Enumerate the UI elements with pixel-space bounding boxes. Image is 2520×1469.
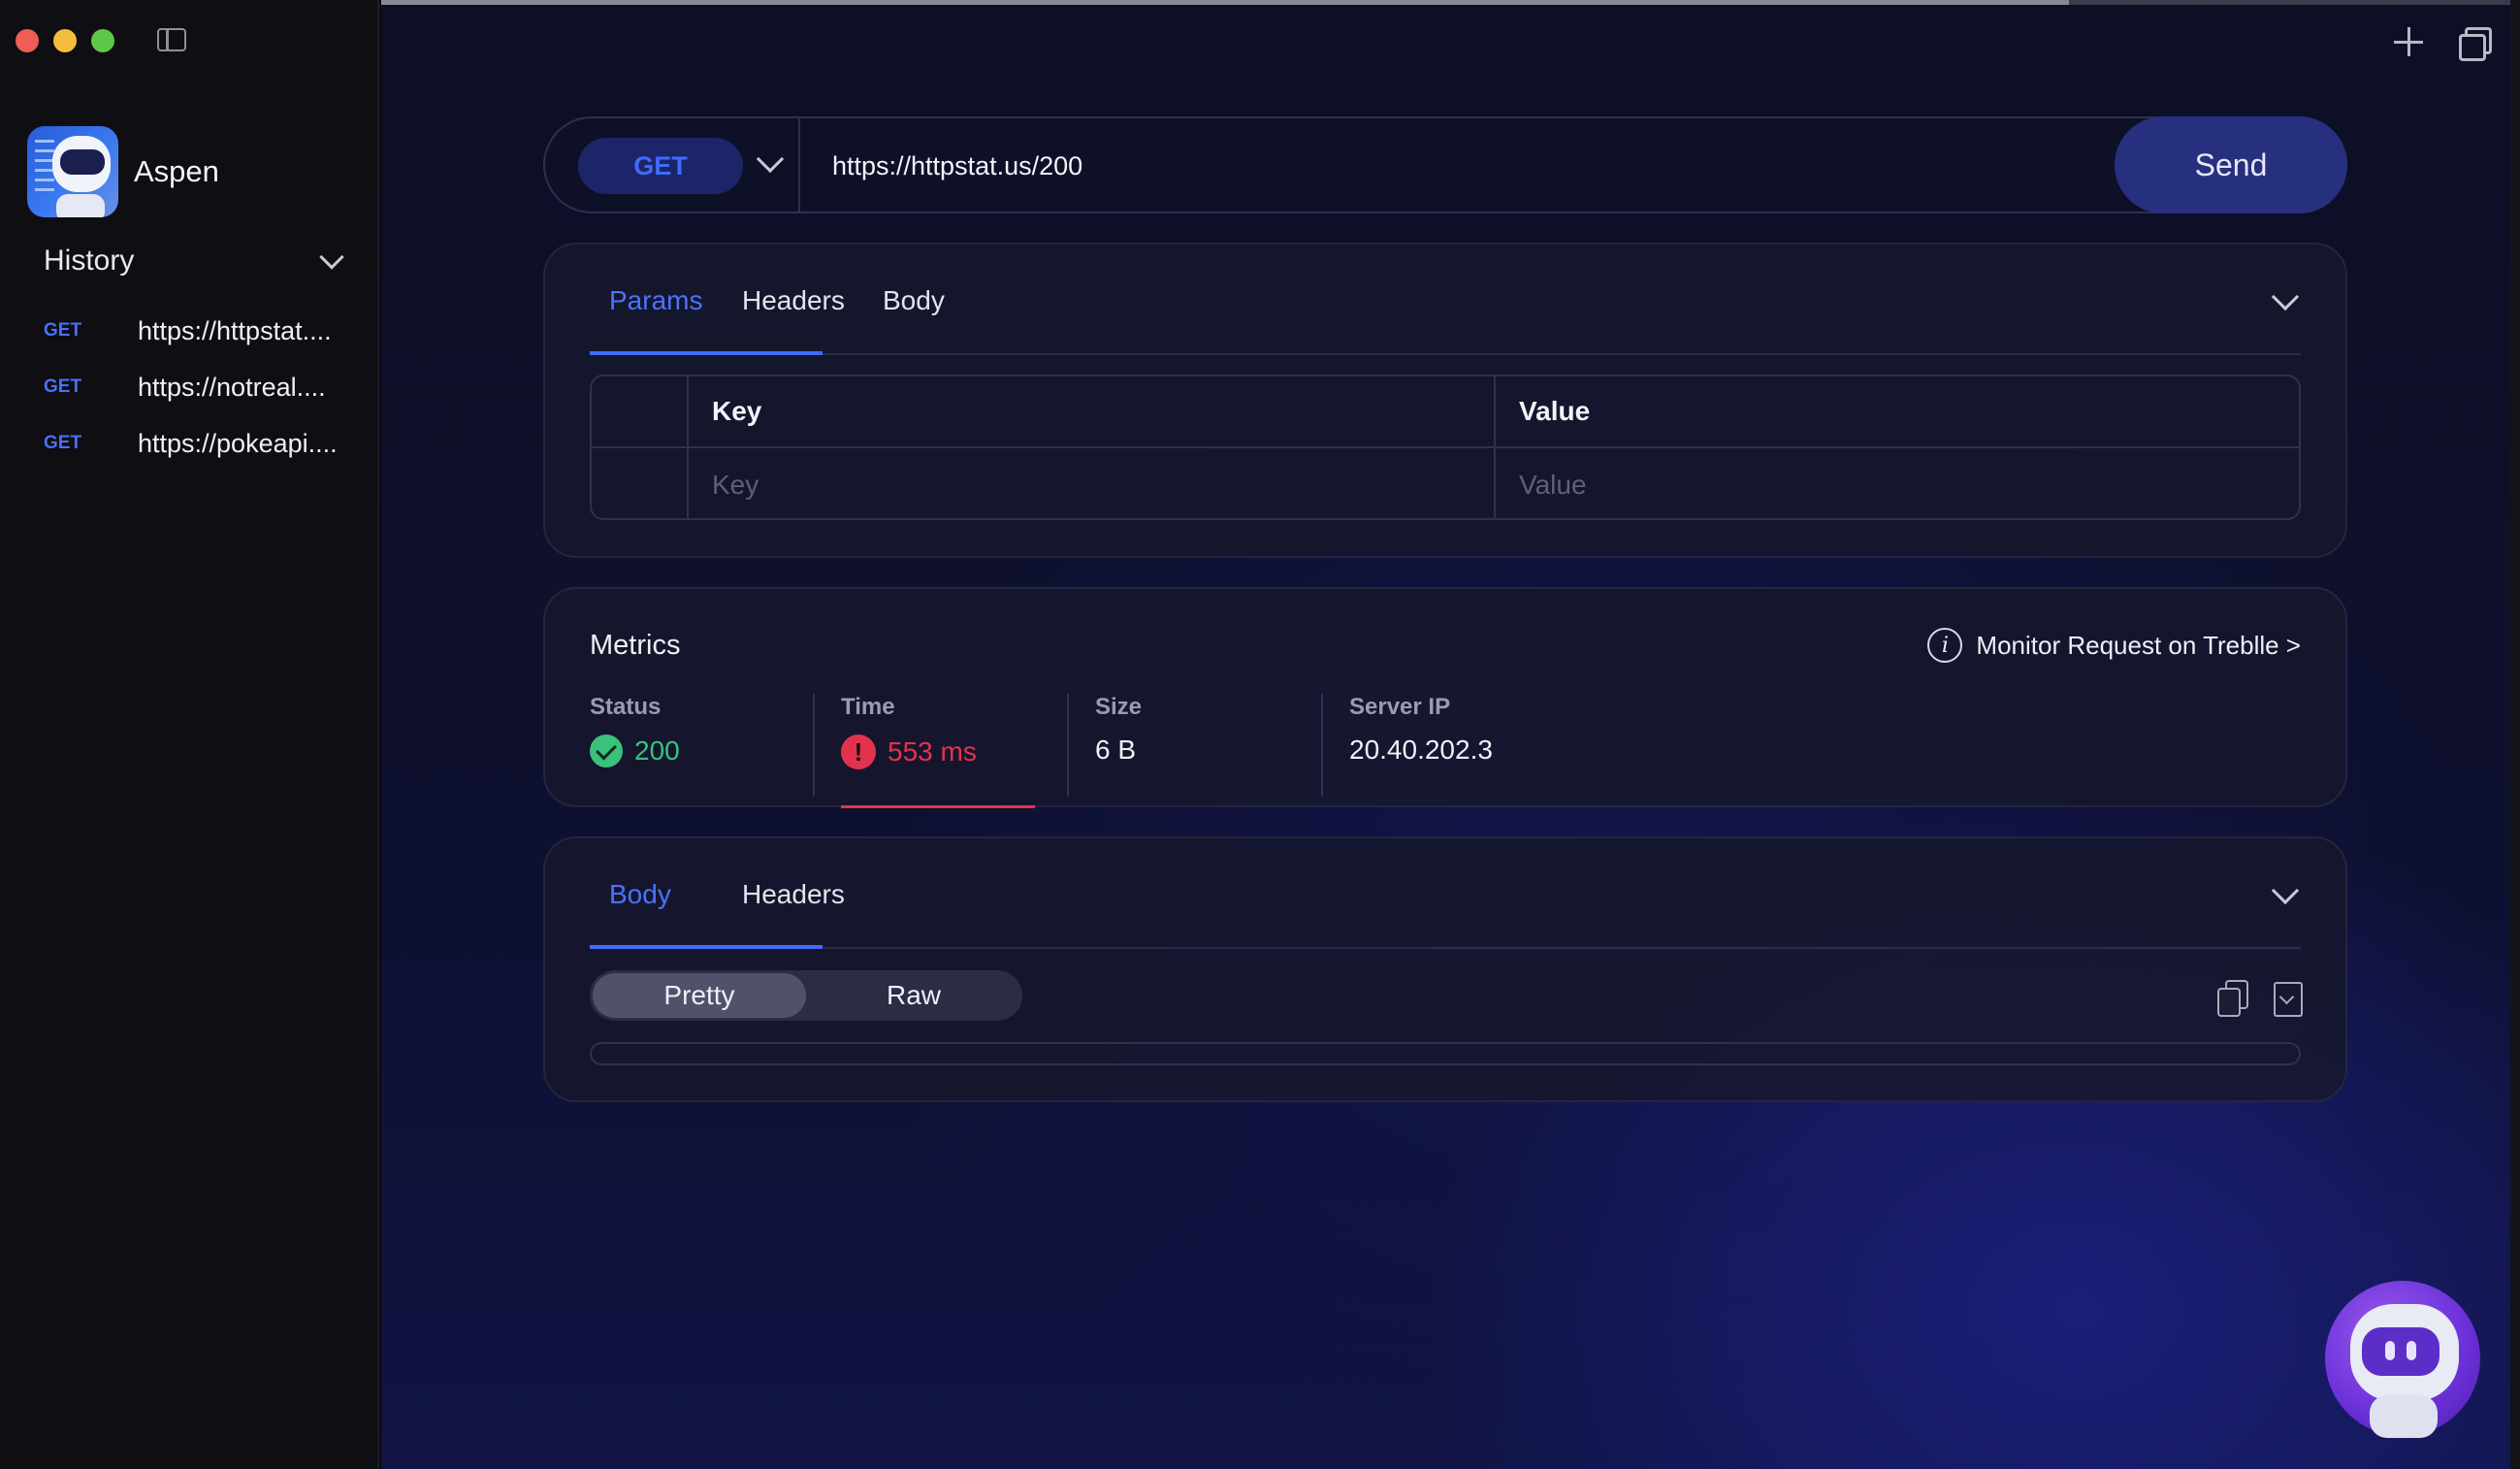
- time-indicator-bar: [841, 805, 1035, 808]
- table-cell: Value: [1496, 376, 2299, 446]
- chevron-down-icon[interactable]: [756, 145, 785, 174]
- tab-response-body[interactable]: Body: [609, 879, 671, 910]
- metric-time: Time ! 553 ms: [841, 694, 1035, 808]
- info-icon: i: [1927, 628, 1963, 663]
- history-title: History: [44, 245, 135, 277]
- history-list: GET https://httpstat.... GET https://not…: [44, 303, 354, 472]
- response-body-viewer[interactable]: [590, 1042, 2301, 1065]
- metric-label: Server IP: [1349, 694, 1451, 720]
- history-item[interactable]: GET https://pokeapi....: [44, 415, 354, 472]
- response-panel: Body Headers Pretty Raw: [543, 836, 2347, 1102]
- params-table: Key Value: [590, 375, 2301, 520]
- metric-value: ! 553 ms: [841, 734, 977, 769]
- history-header[interactable]: History: [44, 245, 346, 277]
- column-header-value: Value: [1519, 396, 1591, 426]
- metric-label: Status: [590, 694, 662, 720]
- tab-response-headers[interactable]: Headers: [742, 879, 845, 910]
- main-area: GET Send Params Headers Body Key: [381, 0, 2520, 1469]
- table-cell: [689, 448, 1496, 518]
- param-value-input[interactable]: [1519, 466, 2276, 505]
- metric-value: 200: [590, 734, 680, 767]
- request-panel: Params Headers Body Key Value: [543, 243, 2347, 558]
- minimize-icon[interactable]: [53, 29, 77, 52]
- divider: [1321, 694, 1323, 797]
- metric-label: Time: [841, 694, 895, 720]
- metric-server-ip: Server IP 20.40.202.3: [1349, 694, 1493, 800]
- metric-status: Status 200: [590, 694, 680, 800]
- table-cell: [592, 376, 689, 446]
- divider: [1067, 694, 1069, 797]
- metric-size: Size 6 B: [1095, 694, 1142, 800]
- metrics-title: Metrics: [590, 630, 681, 661]
- row-checkbox-cell[interactable]: [592, 448, 689, 518]
- metric-value: 20.40.202.3: [1349, 734, 1493, 766]
- alert-icon: !: [841, 734, 876, 769]
- app-window: Aspen History GET https://httpstat.... G…: [0, 0, 2520, 1469]
- table-cell: Key: [689, 376, 1496, 446]
- history-url: https://pokeapi....: [138, 428, 338, 458]
- active-tab-indicator: [590, 945, 823, 949]
- active-tab-indicator: [590, 351, 823, 355]
- response-tabs: Body Headers: [590, 838, 2301, 949]
- method-select[interactable]: GET: [578, 138, 743, 194]
- history-item[interactable]: GET https://httpstat....: [44, 303, 354, 359]
- view-pretty-button[interactable]: Pretty: [593, 973, 806, 1018]
- tab-headers[interactable]: Headers: [742, 285, 845, 316]
- plus-icon[interactable]: [2392, 25, 2425, 58]
- request-tabs: Params Headers Body: [590, 245, 2301, 355]
- window-edge: [2510, 0, 2520, 1469]
- tab-params[interactable]: Params: [609, 285, 702, 316]
- history-method: GET: [44, 376, 82, 397]
- tab-body[interactable]: Body: [883, 285, 945, 316]
- table-row: [592, 448, 2299, 518]
- title-bar-edge: [381, 0, 2520, 5]
- request-url-bar: GET Send: [543, 116, 2347, 213]
- brand: Aspen: [27, 126, 219, 217]
- metric-label: Size: [1095, 694, 1143, 720]
- app-name: Aspen: [134, 154, 219, 188]
- check-circle-icon: [590, 734, 623, 767]
- divider: [813, 694, 815, 797]
- history-method: GET: [44, 320, 82, 341]
- metric-value: 6 B: [1095, 734, 1142, 766]
- table-header-row: Key Value: [592, 376, 2299, 448]
- send-button[interactable]: Send: [2115, 116, 2347, 213]
- duplicate-window-icon[interactable]: [2457, 25, 2492, 61]
- maximize-icon[interactable]: [91, 29, 114, 52]
- sidebar-toggle-icon[interactable]: [157, 28, 186, 51]
- history-url: https://notreal....: [138, 372, 326, 402]
- param-key-input[interactable]: [712, 466, 1469, 505]
- table-cell: [1496, 448, 2299, 518]
- app-logo: [27, 126, 118, 217]
- response-time: 553 ms: [888, 736, 977, 767]
- history-url: https://httpstat....: [138, 315, 332, 345]
- history-method: GET: [44, 433, 82, 453]
- close-icon[interactable]: [16, 29, 39, 52]
- column-header-key: Key: [712, 396, 762, 426]
- assistant-bot-button[interactable]: [2325, 1281, 2480, 1438]
- metrics-panel: Metrics i Monitor Request on Treblle > S…: [543, 587, 2347, 808]
- url-input[interactable]: [832, 144, 1996, 188]
- server-ip: 20.40.202.3: [1349, 734, 1493, 765]
- monitor-request-link[interactable]: i Monitor Request on Treblle >: [1927, 628, 2301, 663]
- chevron-down-icon[interactable]: [319, 245, 344, 270]
- download-icon[interactable]: [2272, 980, 2303, 1017]
- copy-icon[interactable]: [2217, 980, 2248, 1017]
- response-size: 6 B: [1095, 734, 1137, 765]
- view-raw-button[interactable]: Raw: [807, 973, 1020, 1018]
- window-controls: [16, 29, 114, 52]
- divider: [798, 118, 800, 212]
- status-code: 200: [634, 735, 680, 766]
- view-mode-toggle: Pretty Raw: [590, 970, 1022, 1021]
- sidebar: Aspen History GET https://httpstat.... G…: [0, 0, 379, 1469]
- monitor-link-label: Monitor Request on Treblle >: [1976, 630, 2301, 660]
- history-item[interactable]: GET https://notreal....: [44, 359, 354, 415]
